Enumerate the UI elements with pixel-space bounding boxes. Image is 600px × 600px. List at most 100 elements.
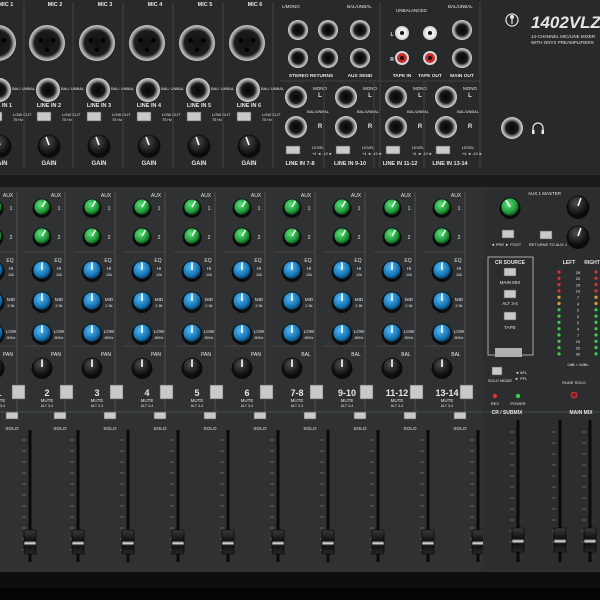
line-input-jack[interactable]	[186, 78, 210, 102]
aux-1-knob[interactable]	[182, 198, 202, 218]
aux-2-knob[interactable]	[182, 227, 202, 247]
aux-2-knob[interactable]	[382, 227, 402, 247]
eq-mid-knob[interactable]	[231, 291, 253, 313]
line-input-jack[interactable]	[36, 78, 60, 102]
mute-button[interactable]	[459, 384, 474, 400]
aux-2-knob[interactable]	[282, 227, 302, 247]
gain-knob[interactable]	[37, 134, 61, 158]
eq-hi-knob[interactable]	[131, 260, 153, 282]
tape-out-l[interactable]	[423, 26, 437, 40]
solo-button[interactable]	[5, 411, 19, 420]
pan-knob[interactable]	[331, 357, 353, 379]
channel-fader[interactable]	[321, 529, 335, 555]
cr-submix-fader[interactable]	[511, 527, 525, 553]
aux-return-knob[interactable]	[566, 195, 590, 219]
eq-low-knob[interactable]	[281, 323, 303, 345]
aux-1-knob[interactable]	[82, 198, 102, 218]
low-cut-button[interactable]	[136, 111, 152, 122]
gain-knob[interactable]	[187, 134, 211, 158]
mic-input-jack[interactable]	[29, 25, 65, 61]
low-cut-button[interactable]	[236, 111, 252, 122]
aux-2-knob[interactable]	[332, 227, 352, 247]
line-input-jack[interactable]	[86, 78, 110, 102]
cr-main-mix-button[interactable]	[503, 267, 517, 277]
eq-hi-knob[interactable]	[331, 260, 353, 282]
main-mix-fader[interactable]	[583, 527, 597, 553]
channel-fader[interactable]	[371, 529, 385, 555]
eq-mid-knob[interactable]	[281, 291, 303, 313]
returns-to-aux-button[interactable]	[539, 230, 553, 240]
aux-send-1[interactable]	[350, 20, 370, 40]
stereo-line-l-jack[interactable]	[435, 86, 457, 108]
aux-2-knob[interactable]	[432, 227, 452, 247]
eq-hi-knob[interactable]	[381, 260, 403, 282]
gain-knob[interactable]	[137, 134, 161, 158]
eq-hi-knob[interactable]	[81, 260, 103, 282]
low-cut-button[interactable]	[86, 111, 102, 122]
aux-1-master-knob[interactable]	[499, 197, 521, 219]
tape-in-r[interactable]	[395, 51, 409, 65]
pan-knob[interactable]	[181, 357, 203, 379]
stereo-return-1-l[interactable]	[288, 20, 308, 40]
channel-fader[interactable]	[71, 529, 85, 555]
gain-knob[interactable]	[87, 134, 111, 158]
eq-hi-knob[interactable]	[281, 260, 303, 282]
aux-2-knob[interactable]	[82, 227, 102, 247]
eq-hi-knob[interactable]	[431, 260, 453, 282]
main-out-r[interactable]	[452, 48, 472, 68]
stereo-line-r-jack[interactable]	[285, 116, 307, 138]
eq-mid-knob[interactable]	[331, 291, 353, 313]
level-button[interactable]	[435, 145, 451, 155]
solo-button[interactable]	[453, 411, 467, 420]
stereo-line-r-jack[interactable]	[435, 116, 457, 138]
channel-fader[interactable]	[171, 529, 185, 555]
stereo-line-l-jack[interactable]	[285, 86, 307, 108]
eq-mid-knob[interactable]	[81, 291, 103, 313]
eq-low-knob[interactable]	[31, 323, 53, 345]
main-out-l[interactable]	[452, 20, 472, 40]
eq-mid-knob[interactable]	[431, 291, 453, 313]
pre-post-button[interactable]	[501, 229, 515, 239]
solo-button[interactable]	[203, 411, 217, 420]
aux-1-knob[interactable]	[282, 198, 302, 218]
stereo-line-l-jack[interactable]	[335, 86, 357, 108]
cr-tape-button[interactable]	[503, 311, 517, 321]
low-cut-button[interactable]	[0, 111, 3, 122]
eq-mid-knob[interactable]	[131, 291, 153, 313]
pan-knob[interactable]	[81, 357, 103, 379]
eq-low-knob[interactable]	[331, 323, 353, 345]
mute-button[interactable]	[359, 384, 374, 400]
aux-1-knob[interactable]	[432, 198, 452, 218]
eq-mid-knob[interactable]	[381, 291, 403, 313]
aux-2-knob[interactable]	[132, 227, 152, 247]
pan-knob[interactable]	[231, 357, 253, 379]
solo-button[interactable]	[153, 411, 167, 420]
eq-mid-knob[interactable]	[31, 291, 53, 313]
line-input-jack[interactable]	[136, 78, 160, 102]
mute-button[interactable]	[209, 384, 224, 400]
phones-jack[interactable]	[501, 117, 523, 139]
solo-button[interactable]	[353, 411, 367, 420]
eq-low-knob[interactable]	[81, 323, 103, 345]
channel-fader[interactable]	[221, 529, 235, 555]
aux-1-knob[interactable]	[382, 198, 402, 218]
pan-knob[interactable]	[281, 357, 303, 379]
aux-send-2[interactable]	[350, 48, 370, 68]
eq-mid-knob[interactable]	[181, 291, 203, 313]
tape-in-l[interactable]	[395, 26, 409, 40]
solo-button[interactable]	[103, 411, 117, 420]
eq-low-knob[interactable]	[431, 323, 453, 345]
mic-input-jack[interactable]	[79, 25, 115, 61]
eq-low-knob[interactable]	[231, 323, 253, 345]
aux-return-knob-2[interactable]	[566, 225, 590, 249]
channel-fader[interactable]	[471, 529, 485, 555]
aux-2-knob[interactable]	[232, 227, 252, 247]
mute-button[interactable]	[11, 384, 26, 400]
aux-1-knob[interactable]	[232, 198, 252, 218]
mute-button[interactable]	[409, 384, 424, 400]
mic-input-jack[interactable]	[129, 25, 165, 61]
eq-hi-knob[interactable]	[181, 260, 203, 282]
solo-button[interactable]	[403, 411, 417, 420]
eq-low-knob[interactable]	[131, 323, 153, 345]
channel-fader[interactable]	[121, 529, 135, 555]
